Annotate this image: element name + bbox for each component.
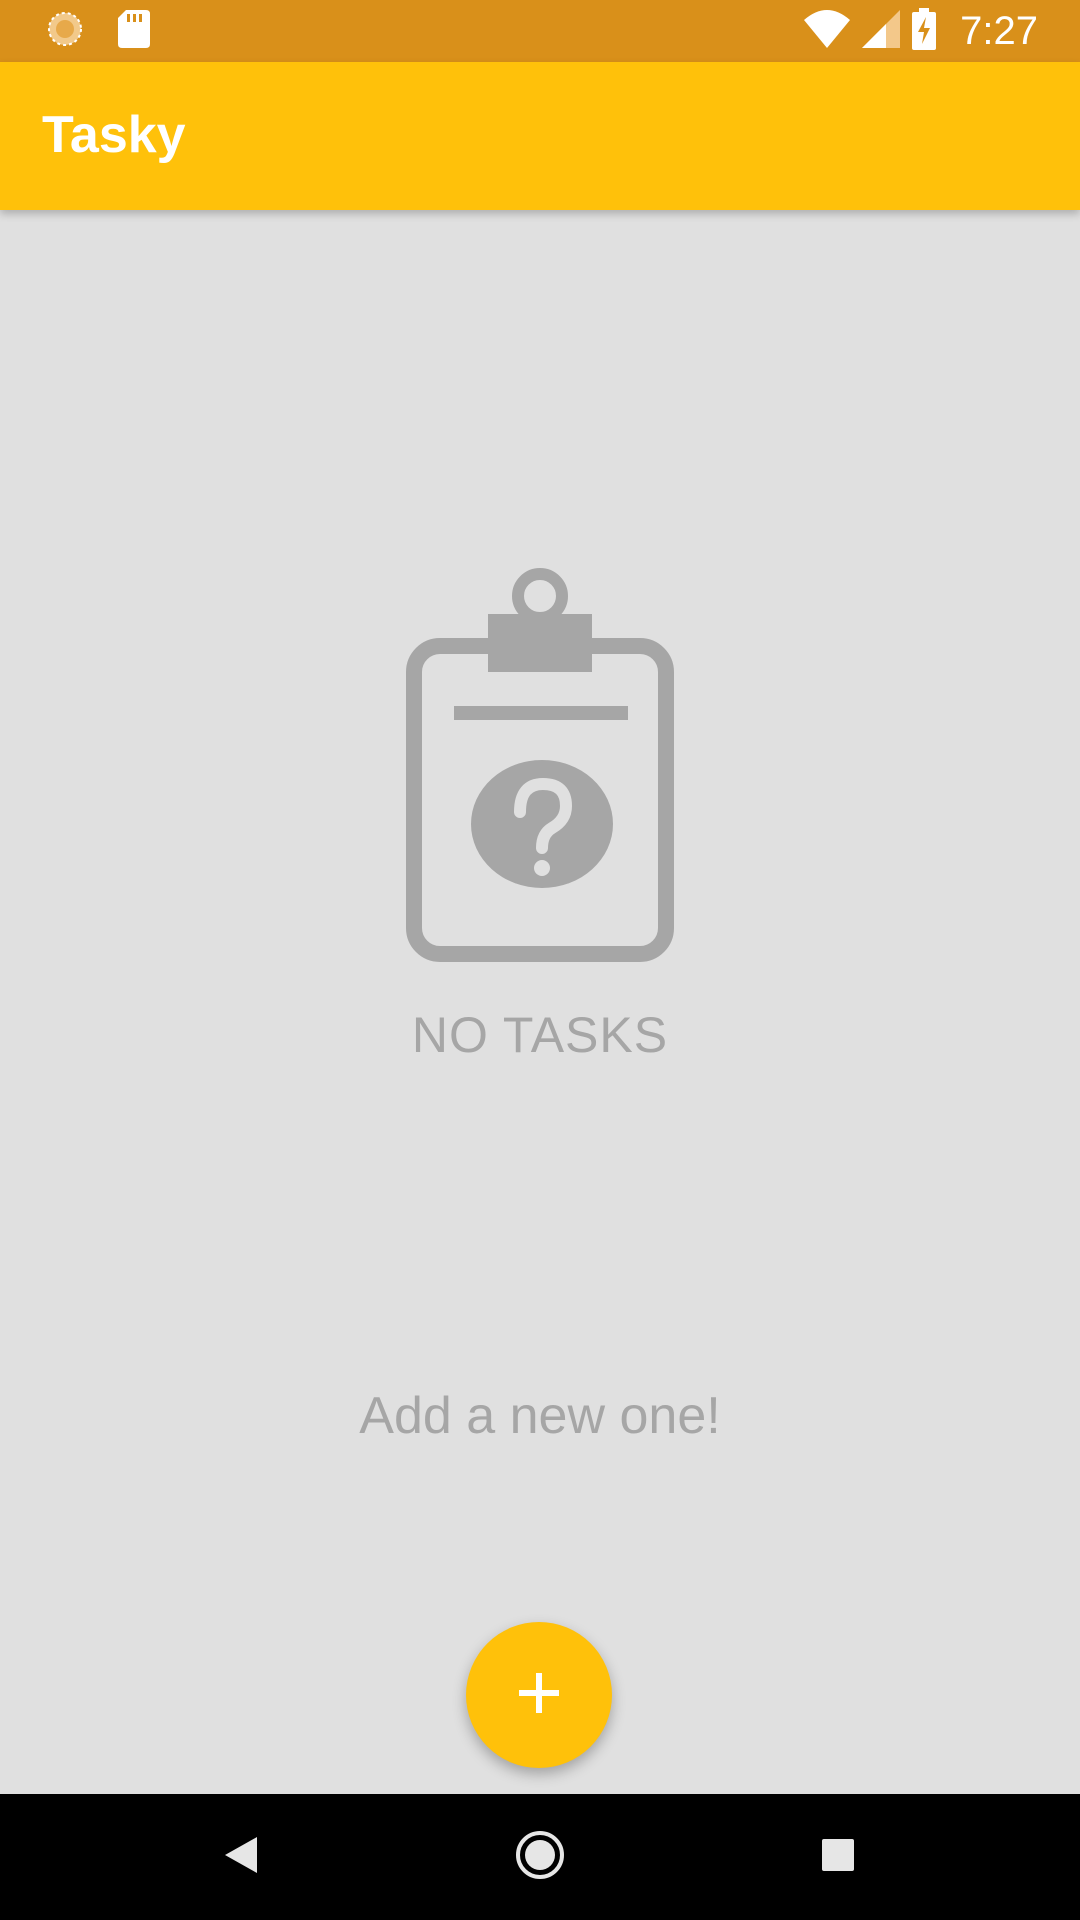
recents-icon — [820, 1837, 856, 1878]
navigation-bar — [0, 1794, 1080, 1920]
cell-signal-icon — [862, 9, 901, 53]
home-button[interactable] — [505, 1822, 575, 1892]
add-task-button[interactable] — [466, 1622, 612, 1768]
status-notifications — [46, 9, 150, 49]
sd-card-icon — [118, 9, 150, 53]
app-bar: Tasky — [0, 62, 1080, 210]
back-icon — [223, 1835, 259, 1880]
status-time: 7:27 — [960, 8, 1038, 53]
empty-state-subtitle: Add a new one! — [359, 1387, 721, 1445]
screen: 7:27 Tasky NO TASKS Add a new one! — [0, 0, 1080, 1920]
clipboard-question-icon — [404, 566, 676, 962]
plus-icon — [517, 1671, 561, 1720]
wifi-icon — [804, 9, 851, 53]
home-icon — [514, 1829, 566, 1886]
empty-state-title: NO TASKS — [411, 1007, 669, 1063]
status-system: 7:27 — [804, 7, 1038, 55]
recents-button[interactable] — [803, 1822, 873, 1892]
status-bar: 7:27 — [0, 0, 1080, 62]
app-title: Tasky — [42, 106, 186, 164]
sync-icon — [46, 10, 84, 53]
battery-charging-icon — [912, 7, 937, 55]
back-button[interactable] — [206, 1822, 276, 1892]
